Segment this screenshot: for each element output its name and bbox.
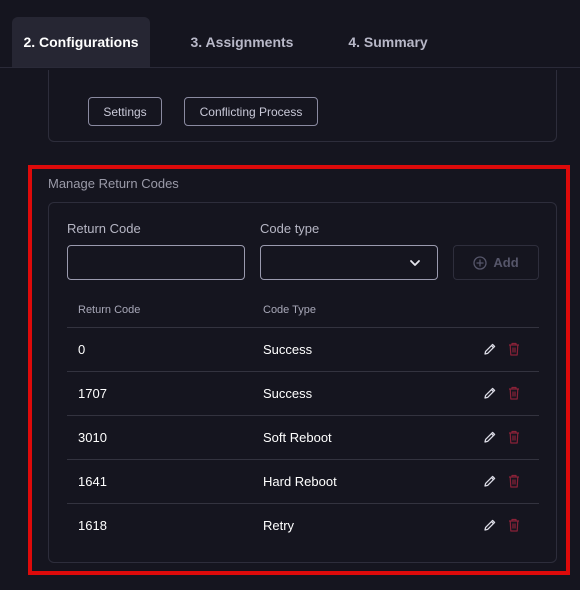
tab-bar: 2. Configurations 3. Assignments 4. Summ… [0, 0, 580, 68]
conflicting-process-button[interactable]: Conflicting Process [184, 97, 318, 126]
previous-section-panel: Settings Conflicting Process [48, 70, 557, 142]
tab-configurations[interactable]: 2. Configurations [12, 17, 150, 67]
highlight-box [28, 165, 570, 575]
settings-button[interactable]: Settings [88, 97, 162, 126]
tab-summary[interactable]: 4. Summary [334, 17, 442, 67]
tab-assignments[interactable]: 3. Assignments [178, 17, 306, 67]
